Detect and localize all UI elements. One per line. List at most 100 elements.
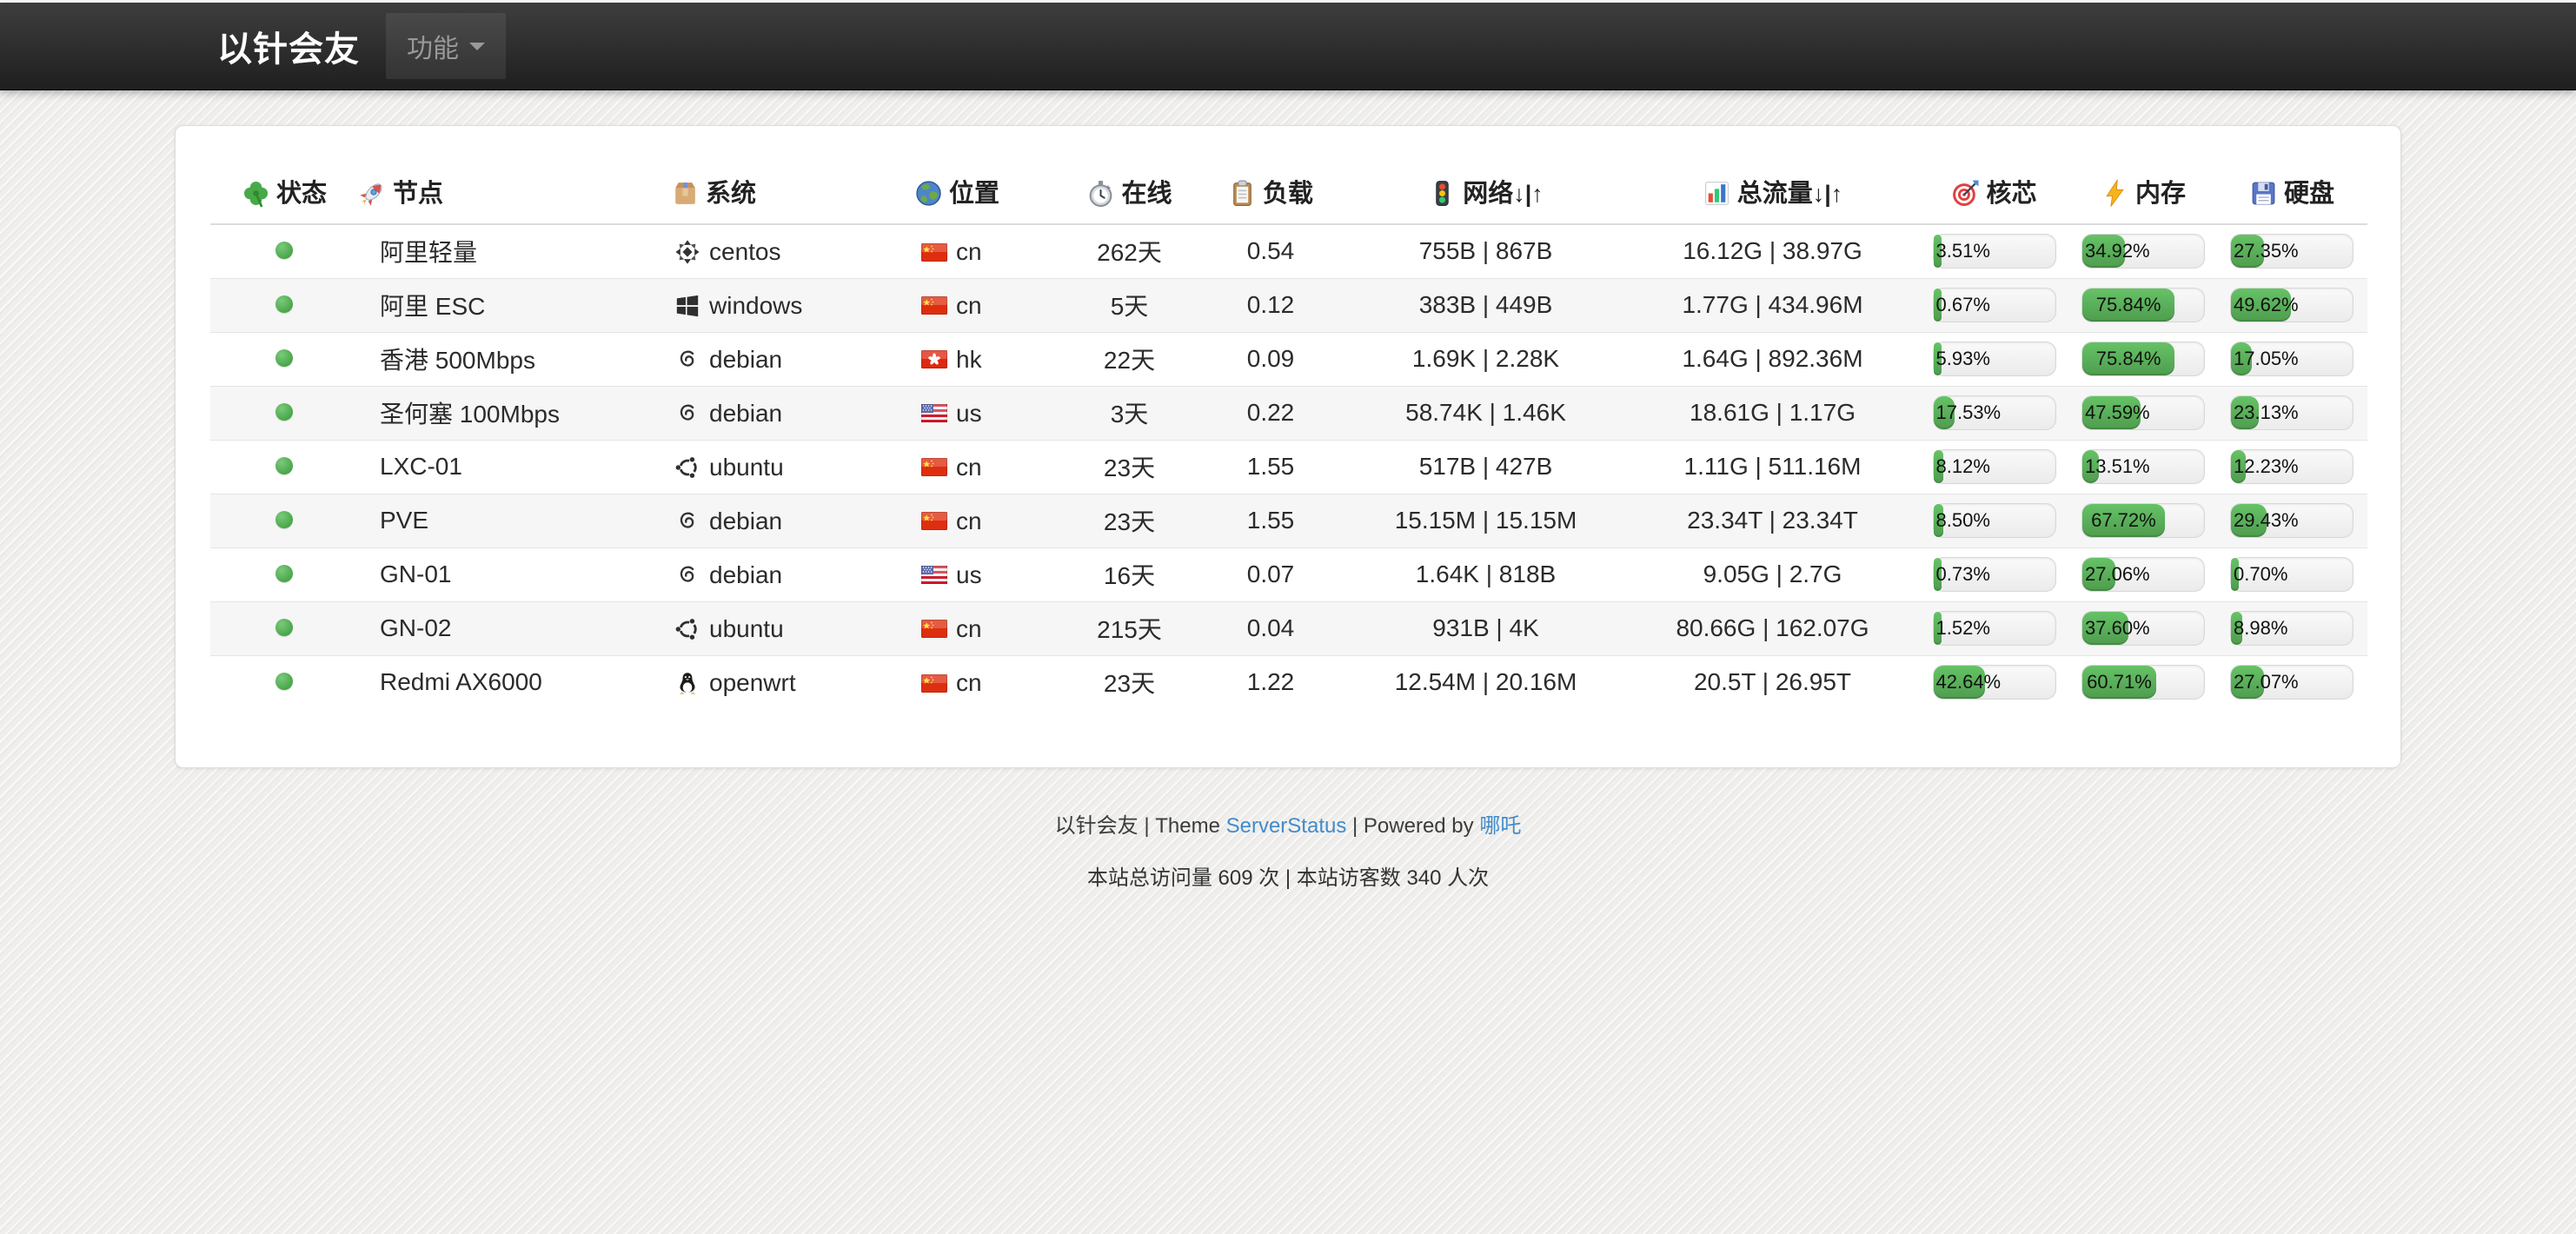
flag-cn-icon	[921, 512, 947, 530]
cpu-percent-label: 17.53%	[1934, 396, 2004, 429]
os-name: debian	[709, 346, 782, 374]
node-name: 圣何塞 100Mbps	[358, 386, 671, 440]
clover-icon	[242, 179, 270, 208]
os-name: openwrt	[709, 669, 796, 697]
windows-os-icon	[674, 293, 700, 319]
disk-percent-label: 8.98%	[2231, 612, 2290, 645]
network-speed-value: 755B | 867B	[1344, 224, 1627, 278]
cpu-progress-bar: 0.73%	[1933, 557, 2056, 592]
cpu-percent-label: 3.51%	[1934, 235, 1993, 268]
column-label-cpu: 核芯	[1986, 180, 2036, 208]
ram-progress-bar: 27.06%	[2081, 557, 2205, 592]
ram-progress-bar: 67.72%	[2081, 503, 2205, 538]
server-row[interactable]: GN-02ubuntucn215天0.04931B | 4K80.66G | 1…	[210, 601, 2367, 655]
ram-progress-bar: 75.84%	[2081, 288, 2205, 322]
lightning-icon	[2101, 179, 2129, 208]
load-value: 1.22	[1197, 655, 1344, 709]
column-label-traffic: 总流量	[1737, 180, 1813, 208]
os-name: windows	[709, 292, 802, 320]
load-value: 0.07	[1197, 547, 1344, 601]
cpu-progress-bar: 8.12%	[1933, 449, 2056, 484]
network-speed-value: 1.69K | 2.28K	[1344, 332, 1627, 386]
ram-percent-label: 60.71%	[2084, 666, 2154, 699]
flag-us-icon	[921, 566, 947, 584]
rocket-icon	[358, 179, 387, 208]
powered-by-link[interactable]: 哪吒	[1479, 814, 1521, 838]
server-row[interactable]: 圣何塞 100Mbpsdebianus3天0.2258.74K | 1.46K1…	[210, 386, 2367, 440]
flag-us-icon	[921, 404, 947, 422]
status-online-dot	[276, 619, 293, 636]
total-traffic-value: 1.11G | 511.16M	[1627, 440, 1918, 494]
server-row[interactable]: 阿里 ESCwindowscn5天0.12383B | 449B1.77G | …	[210, 278, 2367, 332]
ubuntu-os-icon	[674, 454, 700, 481]
disk-percent-label: 29.43%	[2231, 504, 2301, 537]
column-label-disk: 硬盘	[2284, 180, 2334, 208]
ram-progress-bar: 47.59%	[2081, 395, 2205, 430]
server-row[interactable]: LXC-01ubuntucn23天1.55517B | 427B1.11G | …	[210, 440, 2367, 494]
server-row[interactable]: PVEdebiancn23天1.5515.15M | 15.15M23.34T …	[210, 494, 2367, 547]
network-speed-value: 58.74K | 1.46K	[1344, 386, 1627, 440]
column-header-network: 网络↓|↑	[1344, 166, 1627, 224]
menu-features-label: 功能	[407, 27, 459, 65]
traffic-light-icon	[1428, 179, 1457, 208]
uptime-value: 23天	[1062, 655, 1197, 709]
disk-progress-bar: 29.43%	[2230, 503, 2354, 538]
ram-progress-bar: 60.71%	[2081, 665, 2205, 700]
ram-progress-bar: 34.92%	[2081, 234, 2205, 269]
navbar: 以针会友 功能	[0, 3, 2576, 90]
status-online-dot	[276, 457, 293, 474]
down-up-arrows: ↓|↑	[1513, 181, 1544, 207]
load-value: 1.55	[1197, 440, 1344, 494]
total-traffic-value: 1.77G | 434.96M	[1627, 278, 1918, 332]
disk-percent-label: 0.70%	[2231, 558, 2290, 591]
ram-percent-label: 34.92%	[2082, 235, 2153, 268]
server-status-table: 状态节点系统位置在线负载网络↓|↑总流量↓|↑核芯内存硬盘 阿里轻量centos…	[210, 166, 2367, 709]
debian-os-icon	[674, 401, 700, 427]
location-code: cn	[956, 292, 982, 320]
debian-os-icon	[674, 562, 700, 588]
column-header-node: 节点	[358, 166, 671, 224]
location-code: cn	[956, 238, 982, 266]
disk-percent-label: 23.13%	[2231, 396, 2301, 429]
column-label-location: 位置	[949, 180, 999, 208]
network-speed-value: 931B | 4K	[1344, 601, 1627, 655]
server-row[interactable]: 香港 500Mbpsdebianhk22天0.091.69K | 2.28K1.…	[210, 332, 2367, 386]
cpu-progress-bar: 0.67%	[1933, 288, 2056, 322]
uptime-value: 22天	[1062, 332, 1197, 386]
column-header-system: 系统	[671, 166, 914, 224]
disk-percent-label: 12.23%	[2231, 450, 2301, 483]
location-code: hk	[956, 346, 982, 374]
status-online-dot	[276, 673, 293, 690]
server-row[interactable]: GN-01debianus16天0.071.64K | 818B9.05G | …	[210, 547, 2367, 601]
column-label-node: 节点	[393, 180, 443, 208]
column-header-disk: 硬盘	[2216, 166, 2367, 224]
column-label-ram: 内存	[2135, 180, 2186, 208]
footer-site-name: 以针会友	[1055, 814, 1139, 838]
node-name: 香港 500Mbps	[358, 332, 671, 386]
location-code: us	[956, 561, 982, 589]
network-speed-value: 12.54M | 20.16M	[1344, 655, 1627, 709]
os-name: debian	[709, 561, 782, 589]
disk-progress-bar: 8.98%	[2230, 611, 2354, 646]
brand-title[interactable]: 以针会友	[217, 21, 360, 71]
network-speed-value: 517B | 427B	[1344, 440, 1627, 494]
ubuntu-os-icon	[674, 616, 700, 642]
server-row[interactable]: Redmi AX6000openwrtcn23天1.2212.54M | 20.…	[210, 655, 2367, 709]
node-name: GN-01	[358, 547, 671, 601]
node-name: LXC-01	[358, 440, 671, 494]
ram-percent-label: 75.84%	[2094, 342, 2164, 375]
menu-features-dropdown[interactable]: 功能	[386, 13, 506, 79]
flag-cn-icon	[921, 620, 947, 638]
server-row[interactable]: 阿里轻量centoscn262天0.54755B | 867B16.12G | …	[210, 224, 2367, 278]
column-header-cpu: 核芯	[1918, 166, 2070, 224]
down-up-arrows: ↓|↑	[1813, 181, 1843, 207]
os-name: debian	[709, 508, 782, 535]
flag-hk-icon	[921, 350, 947, 368]
status-online-dot	[276, 511, 293, 528]
os-name: ubuntu	[709, 615, 784, 643]
theme-link[interactable]: ServerStatus	[1226, 814, 1347, 838]
ram-percent-label: 13.51%	[2082, 450, 2153, 483]
footer: 以针会友 | Theme ServerStatus | Powered by 哪…	[0, 808, 2576, 891]
uptime-value: 5天	[1062, 278, 1197, 332]
load-value: 0.54	[1197, 224, 1344, 278]
